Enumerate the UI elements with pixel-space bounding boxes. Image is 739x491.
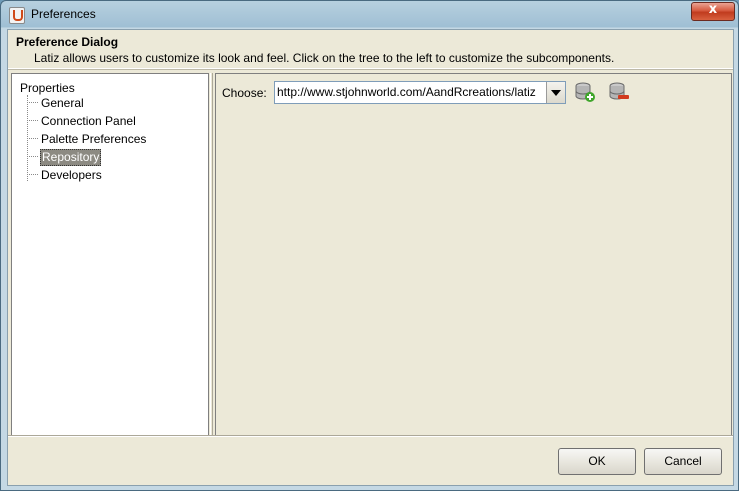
java-app-icon [9, 7, 25, 24]
tree-connector [27, 138, 38, 139]
repository-url-combobox[interactable]: http://www.stjohnworld.com/AandRcreation… [274, 81, 566, 104]
header-title: Preference Dialog [16, 35, 119, 49]
dialog-header: Preference Dialog Latiz allows users to … [8, 30, 733, 69]
database-remove-icon[interactable] [608, 81, 630, 103]
preferences-window: Preferences x Preference Dialog Latiz al… [0, 0, 739, 491]
tree-item-palette-preferences[interactable]: Palette Preferences [40, 132, 147, 147]
tree-root-properties[interactable]: Properties [20, 81, 75, 95]
tree-connector [27, 120, 38, 121]
repository-url-value[interactable]: http://www.stjohnworld.com/AandRcreation… [277, 85, 543, 99]
header-description: Latiz allows users to customize its look… [34, 51, 615, 65]
tree-item-general[interactable]: General [40, 96, 85, 111]
tree-connector [27, 102, 38, 103]
cancel-button[interactable]: Cancel [644, 448, 722, 475]
database-add-icon[interactable] [574, 81, 596, 103]
preferences-tree[interactable]: Properties General Connection Panel Pale… [11, 73, 209, 436]
footer-separator [8, 435, 733, 437]
tree-item-repository[interactable]: Repository [40, 149, 102, 166]
window-title: Preferences [31, 7, 96, 21]
close-button[interactable]: x [691, 2, 735, 21]
ok-button[interactable]: OK [558, 448, 636, 475]
close-icon: x [708, 2, 718, 17]
split-pane-divider[interactable] [210, 73, 213, 436]
chevron-down-icon[interactable] [546, 82, 565, 103]
repository-panel: Choose: http://www.stjohnworld.com/AandR… [215, 73, 732, 436]
tree-connector [27, 156, 38, 157]
tree-item-connection-panel[interactable]: Connection Panel [40, 114, 137, 129]
tree-item-developers[interactable]: Developers [40, 168, 103, 183]
tree-connector [27, 174, 38, 175]
title-bar[interactable]: Preferences x [1, 1, 738, 28]
choose-label: Choose: [222, 86, 267, 100]
dialog-body: Preference Dialog Latiz allows users to … [7, 29, 734, 486]
